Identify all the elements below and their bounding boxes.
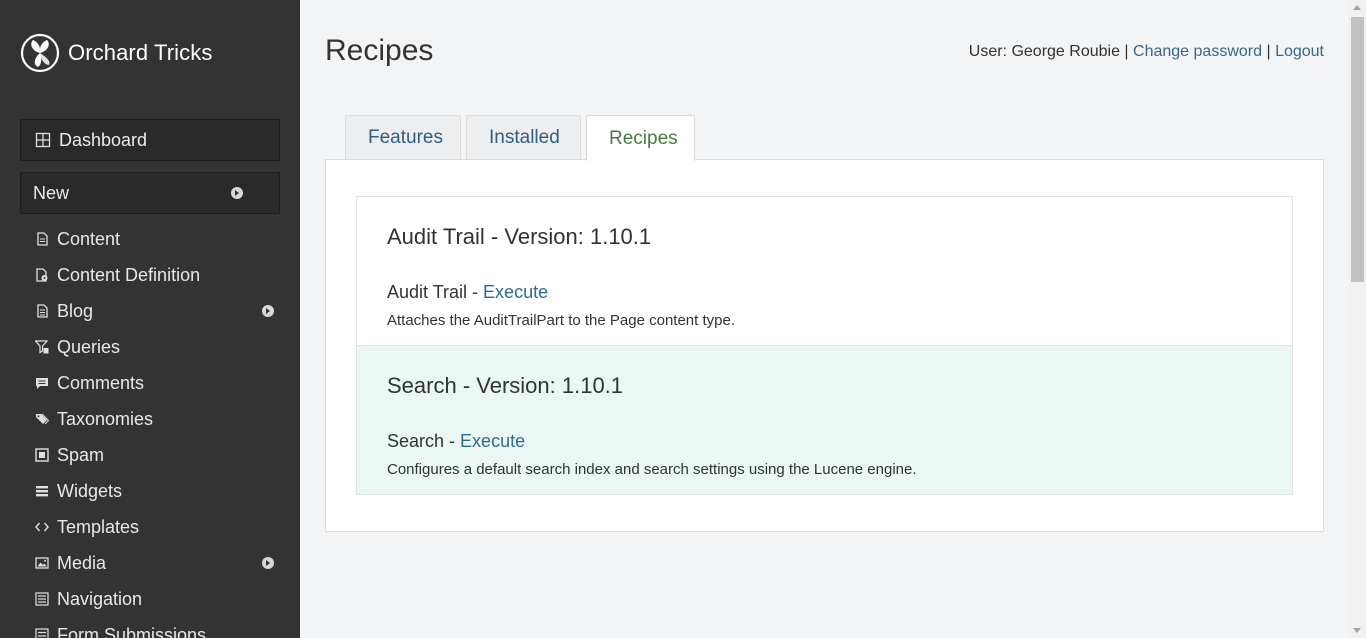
navigation-icon (35, 592, 49, 606)
scrollbar-thumb[interactable] (1351, 17, 1364, 282)
page-scrollbar[interactable] (1349, 0, 1366, 638)
logout-link[interactable]: Logout (1275, 43, 1324, 60)
media-icon (35, 557, 49, 569)
comments-icon (36, 378, 48, 389)
recipe-description: Attaches the AuditTrailPart to the Page … (387, 312, 735, 329)
sidebar-item-widgets[interactable]: Widgets (35, 473, 265, 509)
chevron-right-icon[interactable] (231, 187, 243, 199)
sidebar-item-form-submissions[interactable]: Form Submissions (35, 617, 265, 638)
recipe-description: Configures a default search index and se… (387, 461, 917, 478)
tab-bar: Features Installed Recipes (345, 115, 700, 161)
sidebar-item-label: Content (57, 228, 121, 249)
sidebar-item-label: Queries (57, 336, 121, 357)
widgets-icon (36, 486, 48, 497)
change-password-link[interactable]: Change password (1133, 43, 1262, 60)
sidebar-item-blog[interactable]: Blog (35, 293, 274, 329)
brand[interactable]: Orchard Tricks (20, 33, 212, 73)
tags-icon (36, 413, 49, 425)
sidebar-item-content[interactable]: Content (35, 221, 265, 257)
execute-link[interactable]: Execute (460, 431, 525, 451)
dashboard-icon (35, 132, 51, 148)
sidebar-item-label: New (33, 182, 70, 203)
tab-installed[interactable]: Installed (466, 115, 581, 160)
queries-icon (35, 340, 49, 354)
brand-name: Orchard Tricks (68, 40, 213, 65)
chevron-right-icon[interactable] (262, 305, 274, 317)
tab-recipes[interactable]: Recipes (586, 115, 695, 161)
scroll-down-arrow-icon[interactable] (1353, 628, 1361, 633)
separator: | (1124, 43, 1129, 60)
form-icon (35, 628, 49, 638)
sidebar-item-label: Content Definition (57, 264, 201, 285)
sidebar-item-new[interactable]: New (20, 172, 280, 214)
content-icon (37, 232, 48, 246)
sidebar-item-dashboard[interactable]: Dashboard (20, 119, 280, 161)
recipe-card: Search - Version: 1.10.1 Search - Execut… (356, 345, 1293, 495)
page-title: Recipes (325, 34, 434, 67)
recipe-name: Audit Trail (387, 282, 468, 302)
recipe-entry: Search - Execute (387, 431, 525, 452)
sidebar-menu: Content Content Definition Blog Queries … (35, 221, 274, 638)
chevron-right-icon[interactable] (262, 557, 274, 569)
sidebar-item-queries[interactable]: Queries (35, 329, 265, 365)
sidebar-item-label: Taxonomies (57, 408, 154, 429)
sidebar-item-label: Spam (57, 444, 105, 465)
recipe-title: Audit Trail - Version: 1.10.1 (387, 224, 652, 249)
sidebar-item-label: Blog (57, 300, 94, 321)
recipes-panel: Audit Trail - Version: 1.10.1 Audit Trai… (325, 159, 1324, 532)
sidebar-item-content-definition[interactable]: Content Definition (35, 257, 265, 293)
recipe-name: Search (387, 431, 445, 451)
content-definition-icon (36, 268, 48, 282)
sidebar-item-label: Media (57, 552, 107, 573)
sidebar-item-label: Dashboard (59, 129, 148, 150)
sidebar-item-taxonomies[interactable]: Taxonomies (35, 401, 265, 437)
blog-icon (37, 304, 48, 318)
separator: | (1266, 43, 1271, 60)
sidebar-item-label: Navigation (57, 588, 143, 609)
sidebar: Orchard Tricks Dashboard New Content Con… (0, 0, 300, 638)
execute-link[interactable]: Execute (483, 282, 548, 302)
user-name: User: George Roubie (968, 43, 1120, 60)
spam-icon (35, 448, 49, 462)
templates-icon (35, 522, 49, 532)
sidebar-item-navigation[interactable]: Navigation (35, 581, 265, 617)
sidebar-item-comments[interactable]: Comments (35, 365, 265, 401)
recipe-entry: Audit Trail - Execute (387, 282, 548, 303)
sidebar-item-label: Templates (57, 516, 140, 537)
user-bar: User: George Roubie | Change password | … (969, 43, 1324, 61)
sidebar-item-label: Comments (57, 372, 145, 393)
tab-features[interactable]: Features (345, 115, 461, 160)
sidebar-item-templates[interactable]: Templates (35, 509, 265, 545)
orchard-logo-icon (20, 33, 60, 73)
sidebar-item-spam[interactable]: Spam (35, 437, 265, 473)
recipe-dash: - (444, 431, 461, 451)
recipe-title: Search - Version: 1.10.1 (387, 373, 624, 398)
sidebar-item-label: Widgets (57, 480, 123, 501)
scroll-up-arrow-icon[interactable] (1353, 5, 1361, 10)
sidebar-item-label: Form Submissions (57, 624, 207, 638)
recipe-card: Audit Trail - Version: 1.10.1 Audit Trai… (356, 196, 1293, 346)
recipe-dash: - (467, 282, 484, 302)
sidebar-item-media[interactable]: Media (35, 545, 274, 581)
